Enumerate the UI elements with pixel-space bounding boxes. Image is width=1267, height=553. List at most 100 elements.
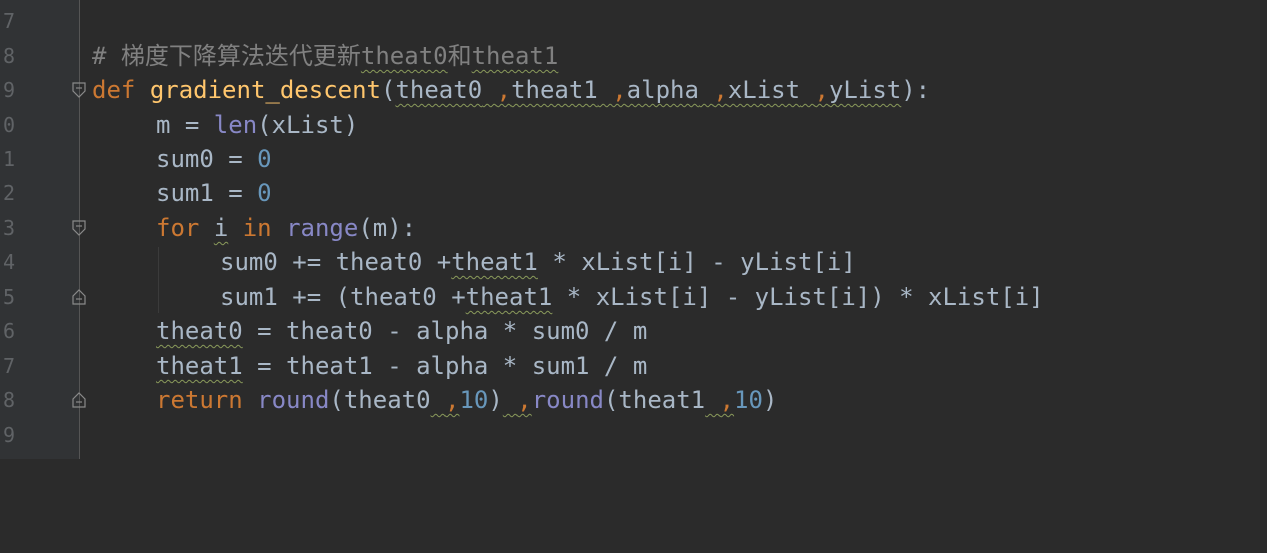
paren: )	[762, 386, 778, 414]
statement: sum1 += (theat0 +theat1 * xList[i] - yLi…	[220, 280, 1044, 314]
line-number: 6	[2, 319, 15, 343]
code-line[interactable]: 7 theat1 = theat1 - alpha * sum1 / m	[0, 349, 1267, 383]
code-text: * xList[i] - yList[i]) * xList[i]	[552, 283, 1044, 311]
code-comment: # 梯度下降算法迭代更新theat0和theat1	[92, 39, 558, 73]
code-text: sum0 =	[156, 145, 258, 173]
code-line[interactable]: 9	[0, 418, 1267, 452]
code-text: (theat1	[603, 386, 706, 414]
variable: theat1	[451, 248, 538, 276]
function-name: gradient_descent	[149, 76, 381, 104]
comma: ,	[713, 76, 728, 104]
parameter: yList	[828, 76, 902, 104]
comma: ,	[445, 386, 460, 414]
builtin-range: range	[286, 214, 359, 242]
code-text: sum0 += theat0 +	[220, 248, 452, 276]
number-literal: 0	[257, 179, 272, 207]
parameter: alpha	[626, 76, 699, 104]
code-line[interactable]: 0 m = len(xList)	[0, 108, 1267, 142]
code-text: sum1 += (theat0 +	[220, 283, 466, 311]
parameter: theat1	[511, 76, 598, 104]
comma: ,	[517, 386, 532, 414]
number-literal: 0	[257, 145, 272, 173]
comma: ,	[496, 76, 512, 104]
code-text: sum1 =	[156, 179, 258, 207]
builtin-round: round	[257, 386, 330, 414]
parameter: theat0	[395, 76, 483, 104]
line-number: 9	[2, 78, 15, 102]
code-line[interactable]: 4 sum0 += theat0 +theat1 * xList[i] - yL…	[0, 245, 1267, 279]
comma: ,	[719, 386, 735, 414]
comma: ,	[612, 76, 627, 104]
number-literal: 10	[459, 386, 489, 414]
code-line[interactable]: 9 def gradient_descent(theat0 ,theat1 ,a…	[0, 73, 1267, 107]
line-number: 9	[2, 423, 15, 447]
comma: ,	[814, 76, 829, 104]
comment-word: theat0	[360, 42, 448, 70]
statement: theat1 = theat1 - alpha * sum1 / m	[156, 349, 647, 383]
paren: (	[381, 76, 396, 104]
code-text: (m):	[358, 214, 417, 242]
line-number: 8	[2, 44, 15, 68]
fold-collapse-icon[interactable]	[71, 82, 87, 98]
comment-text: 和	[447, 42, 472, 70]
code-line[interactable]: 8 return round(theat0 ,10) ,round(theat1…	[0, 383, 1267, 417]
for-statement: for i in range(m):	[156, 211, 416, 245]
line-number: 7	[2, 354, 15, 378]
code-text: * xList[i] - yList[i]	[537, 248, 856, 276]
keyword-for: for	[156, 214, 200, 242]
code-line[interactable]: 6 theat0 = theat0 - alpha * sum0 / m	[0, 314, 1267, 348]
code-line[interactable]: 8 # 梯度下降算法迭代更新theat0和theat1	[0, 39, 1267, 73]
line-number: 0	[2, 113, 15, 137]
keyword-def: def	[92, 76, 136, 104]
paren: )	[488, 386, 503, 414]
line-number: 4	[2, 250, 15, 274]
fold-expand-icon[interactable]	[71, 392, 87, 408]
code-line[interactable]: 5 sum1 += (theat0 +theat1 * xList[i] - y…	[0, 280, 1267, 314]
number-literal: 10	[734, 386, 763, 414]
line-number: 1	[2, 147, 15, 171]
code-line[interactable]: 3 for i in range(m):	[0, 211, 1267, 245]
statement: m = len(xList)	[156, 108, 358, 142]
fold-collapse-icon[interactable]	[71, 220, 87, 236]
code-text: m =	[156, 111, 214, 139]
comment-text: # 梯度下降算法迭代更新	[92, 42, 361, 70]
function-definition: def gradient_descent(theat0 ,theat1 ,alp…	[92, 73, 930, 107]
variable: theat1	[465, 283, 553, 311]
statement: sum0 += theat0 +theat1 * xList[i] - yLis…	[220, 245, 856, 279]
line-number: 8	[2, 388, 15, 412]
keyword-in: in	[242, 214, 272, 242]
return-statement: return round(theat0 ,10) ,round(theat1 ,…	[156, 383, 777, 417]
statement: sum1 = 0	[156, 176, 272, 210]
statement: theat0 = theat0 - alpha * sum0 / m	[156, 314, 647, 348]
code-text: (xList)	[257, 111, 359, 139]
variable: theat0	[156, 317, 243, 345]
fold-expand-icon[interactable]	[71, 289, 87, 305]
keyword-return: return	[156, 386, 243, 414]
builtin-round: round	[531, 386, 604, 414]
line-number: 5	[2, 285, 15, 309]
code-line[interactable]: 7	[0, 4, 1267, 38]
code-text: (theat0	[329, 386, 431, 414]
comment-word: theat1	[471, 42, 559, 70]
line-number: 7	[2, 9, 15, 33]
code-line[interactable]: 1 sum0 = 0	[0, 142, 1267, 176]
line-number: 3	[2, 216, 15, 240]
code-line[interactable]: 2 sum1 = 0	[0, 176, 1267, 210]
statement: sum0 = 0	[156, 142, 272, 176]
code-editor[interactable]: 7 8 # 梯度下降算法迭代更新theat0和theat1 9 def grad…	[0, 0, 1267, 459]
paren: ):	[901, 76, 931, 104]
builtin-len: len	[213, 111, 258, 139]
parameter: xList	[727, 76, 801, 104]
variable: theat1	[156, 352, 243, 380]
code-text: = theat1 - alpha * sum1 / m	[242, 352, 648, 380]
